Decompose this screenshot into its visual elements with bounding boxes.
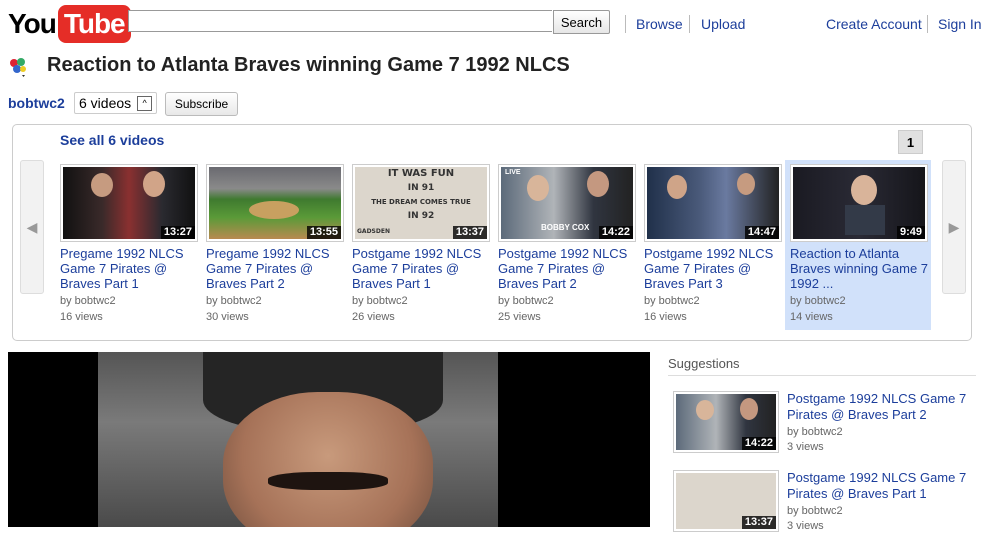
- playlist-item-author: by bobtwc2: [206, 295, 262, 307]
- playlist-item-current[interactable]: 9:49 Reaction to Atlanta Braves winning …: [785, 160, 931, 330]
- page-title: Reaction to Atlanta Braves winning Game …: [47, 54, 570, 76]
- next-arrow-icon[interactable]: ▶: [942, 160, 966, 294]
- playlist-item-views: 16 views: [644, 311, 687, 323]
- video-player[interactable]: [8, 352, 650, 527]
- video-thumbnail[interactable]: 14:47: [644, 164, 782, 242]
- nav-divider: [625, 15, 626, 33]
- caption-label: BOBBY COX: [541, 223, 590, 232]
- suggestion-title[interactable]: Postgame 1992 NLCS Game 7 Pirates @ Brav…: [787, 391, 973, 423]
- page-number-button[interactable]: 1: [898, 130, 923, 154]
- suggestion-item[interactable]: 13:37 Postgame 1992 NLCS Game 7 Pirates …: [673, 470, 973, 540]
- playlist-item[interactable]: 14:47 Postgame 1992 NLCS Game 7 Pirates …: [644, 160, 789, 330]
- suggestion-author: by bobtwc2: [787, 505, 843, 517]
- video-thumbnail[interactable]: IT WAS FUN IN 91 THE DREAM COMES TRUE IN…: [352, 164, 490, 242]
- nav-upload-link[interactable]: Upload: [701, 16, 745, 32]
- search-button[interactable]: Search: [553, 10, 610, 34]
- video-thumbnail[interactable]: 13:27: [60, 164, 198, 242]
- sign-name: GADSDEN: [357, 228, 390, 235]
- live-badge: LIVE: [505, 169, 521, 176]
- nav-divider: [927, 15, 928, 33]
- playlist-item[interactable]: 13:55 Pregame 1992 NLCS Game 7 Pirates @…: [206, 160, 351, 330]
- playlist-item-title[interactable]: Postgame 1992 NLCS Game 7 Pirates @ Brav…: [498, 246, 640, 291]
- collapse-icon: ^: [137, 95, 153, 111]
- video-thumbnail[interactable]: 13:37: [673, 470, 779, 532]
- playlist-item-title[interactable]: Postgame 1992 NLCS Game 7 Pirates @ Brav…: [644, 246, 786, 291]
- duration-label: 14:22: [598, 226, 633, 239]
- sign-line: IN 91: [407, 183, 435, 193]
- logo-tube-text: Tube: [57, 5, 131, 43]
- create-account-link[interactable]: Create Account: [826, 16, 922, 32]
- playlist-item-title[interactable]: Pregame 1992 NLCS Game 7 Pirates @ Brave…: [206, 246, 348, 291]
- playlist-item[interactable]: IT WAS FUN IN 91 THE DREAM COMES TRUE IN…: [352, 160, 497, 330]
- duration-label: 13:27: [160, 226, 195, 239]
- playlist-item-author: by bobtwc2: [60, 295, 116, 307]
- duration-label: 14:47: [744, 226, 779, 239]
- video-thumbnail[interactable]: 14:22: [673, 391, 779, 453]
- playlist-item-title[interactable]: Reaction to Atlanta Braves winning Game …: [790, 246, 932, 291]
- duration-label: 14:22: [741, 437, 776, 450]
- nav-browse-link[interactable]: Browse: [636, 16, 683, 32]
- playlist-item[interactable]: LIVE BOBBY COX 14:22 Postgame 1992 NLCS …: [498, 160, 643, 330]
- playlist-item-views: 25 views: [498, 311, 541, 323]
- channel-link[interactable]: bobtwc2: [8, 95, 65, 111]
- playlist-item-views: 14 views: [790, 311, 833, 323]
- playlist-item-author: by bobtwc2: [352, 295, 408, 307]
- duration-label: 9:49: [896, 226, 925, 239]
- sign-line: THE DREAM COMES TRUE: [371, 198, 471, 206]
- playlist-item-title[interactable]: Postgame 1992 NLCS Game 7 Pirates @ Brav…: [352, 246, 494, 291]
- quicklist-icon[interactable]: [8, 57, 28, 77]
- prev-arrow-icon[interactable]: ◀: [20, 160, 44, 294]
- sign-in-link[interactable]: Sign In: [938, 16, 982, 32]
- search-input[interactable]: [128, 10, 552, 32]
- sign-line: IT WAS FUN: [387, 168, 455, 179]
- video-thumbnail[interactable]: 13:55: [206, 164, 344, 242]
- duration-label: 13:55: [306, 226, 341, 239]
- playlist-item-title[interactable]: Pregame 1992 NLCS Game 7 Pirates @ Brave…: [60, 246, 202, 291]
- playlist-item-views: 16 views: [60, 311, 103, 323]
- youtube-logo[interactable]: You Tube: [8, 4, 131, 44]
- suggestion-item[interactable]: 14:22 Postgame 1992 NLCS Game 7 Pirates …: [673, 391, 973, 461]
- playlist-item-views: 26 views: [352, 311, 395, 323]
- sign-line: IN 92: [407, 211, 435, 221]
- playlist-item-author: by bobtwc2: [498, 295, 554, 307]
- suggestions-divider: [668, 375, 976, 376]
- playlist-item-views: 30 views: [206, 311, 249, 323]
- video-count-label: 6 videos: [79, 95, 132, 111]
- suggestion-views: 3 views: [787, 520, 824, 532]
- video-thumbnail[interactable]: 9:49: [790, 164, 928, 242]
- duration-label: 13:37: [452, 226, 487, 239]
- see-all-videos-link[interactable]: See all 6 videos: [60, 132, 164, 148]
- suggestion-author: by bobtwc2: [787, 426, 843, 438]
- suggestion-views: 3 views: [787, 441, 824, 453]
- playlist-item-author: by bobtwc2: [644, 295, 700, 307]
- suggestion-title[interactable]: Postgame 1992 NLCS Game 7 Pirates @ Brav…: [787, 470, 973, 502]
- video-count-toggle[interactable]: 6 videos ^: [74, 92, 158, 114]
- logo-you-text: You: [8, 8, 57, 39]
- video-thumbnail[interactable]: LIVE BOBBY COX 14:22: [498, 164, 636, 242]
- duration-label: 13:37: [741, 516, 776, 529]
- subscribe-button[interactable]: Subscribe: [165, 92, 238, 116]
- nav-divider: [689, 15, 690, 33]
- playlist-item-author: by bobtwc2: [790, 295, 846, 307]
- playlist-item[interactable]: 13:27 Pregame 1992 NLCS Game 7 Pirates @…: [60, 160, 205, 330]
- suggestions-heading: Suggestions: [668, 356, 740, 371]
